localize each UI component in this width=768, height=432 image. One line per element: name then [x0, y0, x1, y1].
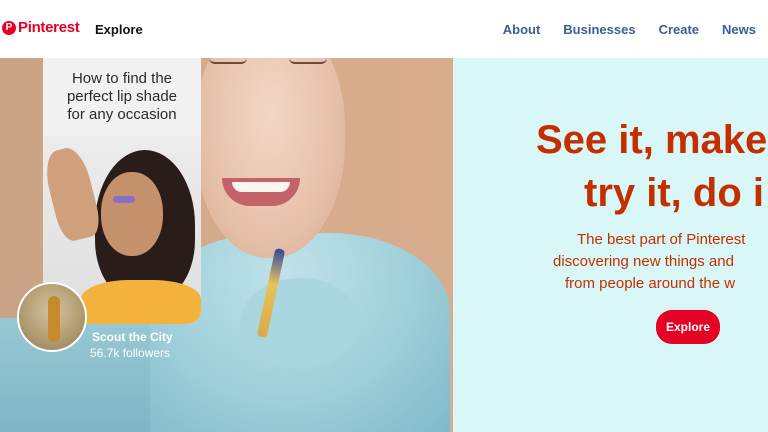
hero-copy-panel: See it, make try it, do i The best part …	[453, 58, 768, 432]
pin-title-line: How to find the	[71, 70, 173, 87]
headline-line: See it, make	[536, 118, 768, 162]
pin-title-line: for any occasion	[67, 106, 177, 123]
top-header: P Pinterest Explore About Businesses Cre…	[0, 0, 768, 58]
pinterest-logo[interactable]: P Pinterest	[2, 19, 80, 36]
subtext-line: discovering new things and	[553, 253, 734, 270]
subtext-line: from people around the w	[565, 275, 736, 292]
explore-button[interactable]: Explore	[656, 310, 720, 344]
nav-news[interactable]: News	[722, 22, 756, 37]
teeth-illustration	[232, 182, 290, 192]
creator-name[interactable]: Scout the City	[92, 330, 173, 344]
headline-line: try it, do i	[584, 171, 764, 215]
hero-headline: See it, make try it, do i	[536, 114, 768, 220]
pin-top-illustration	[81, 280, 201, 324]
creator-figure-illustration	[48, 296, 60, 342]
top-nav: About Businesses Create News	[503, 22, 756, 37]
featured-pin-card[interactable]: How to find the perfect lip shade for an…	[43, 58, 201, 324]
pin-face-illustration	[101, 172, 163, 256]
subtext-line: The best part of Pinterest	[577, 231, 746, 248]
nav-create[interactable]: Create	[659, 22, 699, 37]
collar-fold-illustration	[240, 278, 360, 368]
nav-businesses[interactable]: Businesses	[563, 22, 635, 37]
hero-image-panel: How to find the perfect lip shade for an…	[0, 58, 453, 432]
pinterest-logo-icon: P	[2, 20, 16, 35]
model-face-illustration	[195, 58, 345, 258]
closed-eye-right	[289, 58, 327, 64]
creator-avatar[interactable]	[17, 282, 87, 352]
pin-title-line: perfect lip shade	[66, 88, 178, 105]
pin-eyeshadow-illustration	[113, 196, 135, 203]
creator-followers: 56.7k followers	[90, 346, 171, 360]
pin-hand-illustration	[43, 144, 104, 244]
explore-link[interactable]: Explore	[95, 22, 143, 37]
pin-title: How to find the perfect lip shade for an…	[43, 70, 201, 124]
logo-text: Pinterest	[18, 19, 80, 36]
closed-eye-left	[209, 58, 247, 64]
hero-subtext: The best part of Pinterest discovering n…	[553, 229, 768, 295]
nav-about[interactable]: About	[503, 22, 541, 37]
